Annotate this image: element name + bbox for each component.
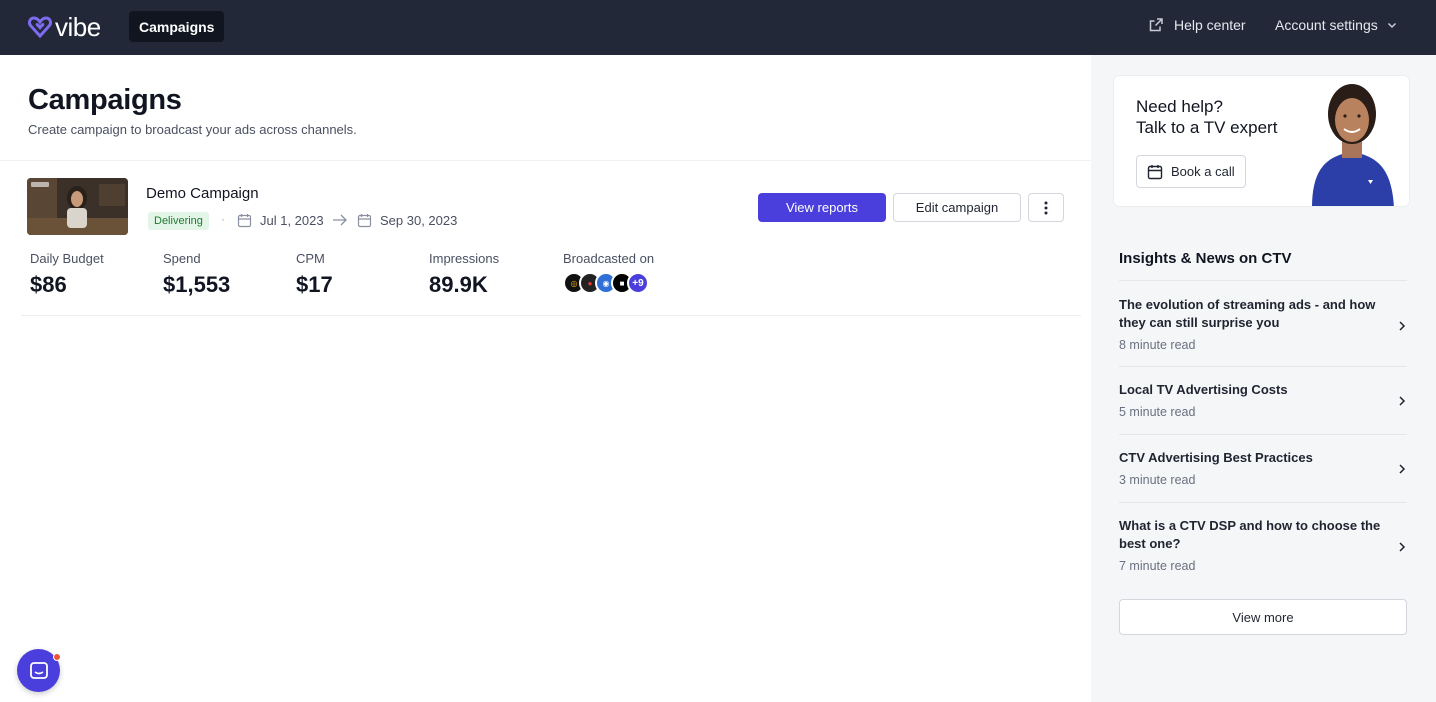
article-read-time: 5 minute read (1119, 405, 1196, 419)
divider (0, 160, 1091, 161)
kebab-menu-icon (1044, 201, 1048, 214)
metric-impressions: Impressions 89.9K (429, 251, 499, 298)
metric-broadcasted-on: Broadcasted on ◎ ● ◉ ■ +9 (563, 251, 654, 294)
article-item[interactable]: What is a CTV DSP and how to choose the … (1119, 517, 1407, 573)
metric-daily-budget: Daily Budget $86 (30, 251, 104, 298)
book-call-button[interactable]: Book a call (1136, 155, 1246, 188)
metric-label: Daily Budget (30, 251, 104, 266)
chevron-right-icon (1399, 542, 1406, 552)
metric-label: Broadcasted on (563, 251, 655, 266)
article-item[interactable]: CTV Advertising Best Practices 3 minute … (1119, 449, 1407, 487)
book-call-label: Book a call (1171, 164, 1235, 179)
start-date-text: Jul 1, 2023 (260, 213, 324, 228)
help-title-line1: Need help? (1136, 97, 1223, 116)
help-card-title: Need help? Talk to a TV expert (1136, 96, 1277, 138)
end-date: Sep 30, 2023 (357, 213, 457, 228)
help-title-line2: Talk to a TV expert (1136, 118, 1278, 137)
edit-campaign-button[interactable]: Edit campaign (893, 193, 1021, 222)
separator-dot: · (221, 212, 225, 226)
article-item[interactable]: The evolution of streaming ads - and how… (1119, 296, 1407, 352)
metric-value: $17 (296, 272, 333, 297)
article-item[interactable]: Local TV Advertising Costs 5 minute read (1119, 381, 1407, 419)
status-badge: Delivering (148, 212, 209, 230)
right-sidebar: Need help? Talk to a TV expert Book a ca… (1091, 55, 1436, 702)
page-subtitle: Create campaign to broadcast your ads ac… (28, 122, 357, 137)
metric-label: Spend (163, 251, 201, 266)
chevron-right-icon (1399, 396, 1406, 406)
logo-text: vibe (55, 12, 101, 42)
start-date: Jul 1, 2023 (237, 213, 324, 228)
chat-icon (29, 661, 48, 679)
more-channels-badge: +9 (627, 272, 649, 294)
help-card: Need help? Talk to a TV expert Book a ca… (1113, 75, 1410, 207)
end-date-text: Sep 30, 2023 (380, 213, 458, 228)
metric-label: CPM (296, 251, 325, 266)
main-content: Campaigns Create campaign to broadcast y… (0, 55, 1091, 702)
metric-value: $86 (30, 272, 67, 297)
campaign-name[interactable]: Demo Campaign (146, 185, 259, 202)
channel-logos[interactable]: ◎ ● ◉ ■ +9 (563, 272, 654, 294)
view-more-button[interactable]: View more (1119, 599, 1407, 635)
metric-spend: Spend $1,553 (163, 251, 230, 298)
article-title: The evolution of streaming ads - and how… (1119, 297, 1376, 330)
metric-value: 89.9K (429, 272, 488, 297)
notification-dot (53, 653, 61, 661)
vibe-heart-icon (28, 16, 52, 38)
calendar-icon (1147, 164, 1163, 179)
nav-campaigns-tab[interactable]: Campaigns (129, 11, 225, 42)
top-nav-bar: vibe Campaigns Help center Account setti… (0, 0, 1436, 55)
metric-label: Impressions (429, 251, 500, 266)
help-center-link[interactable]: Help center (1148, 17, 1246, 33)
metric-value: $1,553 (163, 272, 231, 297)
view-reports-button[interactable]: View reports (758, 193, 886, 222)
tv-expert-photo (1312, 84, 1394, 206)
divider (1119, 434, 1407, 435)
chevron-down-icon (1387, 22, 1396, 29)
divider (1119, 280, 1407, 281)
article-title: What is a CTV DSP and how to choose the … (1119, 518, 1381, 551)
chevron-right-icon (1399, 464, 1406, 474)
article-title: Local TV Advertising Costs (1119, 382, 1288, 397)
divider (21, 315, 1081, 316)
page-title: Campaigns (28, 84, 182, 116)
article-title: CTV Advertising Best Practices (1119, 450, 1313, 465)
article-read-time: 3 minute read (1119, 473, 1196, 487)
arrow-right-icon (332, 213, 348, 232)
divider (1119, 366, 1407, 367)
calendar-icon (357, 214, 372, 228)
article-read-time: 7 minute read (1119, 559, 1196, 573)
divider (1119, 502, 1407, 503)
calendar-icon (237, 214, 252, 228)
campaign-thumbnail[interactable] (27, 178, 128, 235)
vibe-logo[interactable]: vibe (28, 13, 101, 41)
more-options-button[interactable] (1028, 193, 1064, 222)
external-link-icon (1149, 18, 1163, 32)
article-read-time: 8 minute read (1119, 338, 1196, 352)
insights-title: Insights & News on CTV (1119, 250, 1292, 267)
account-settings-menu[interactable]: Account settings (1275, 17, 1398, 33)
metric-cpm: CPM $17 (296, 251, 333, 298)
account-settings-label: Account settings (1275, 17, 1378, 33)
help-center-label: Help center (1174, 17, 1246, 33)
chevron-right-icon (1399, 321, 1406, 331)
